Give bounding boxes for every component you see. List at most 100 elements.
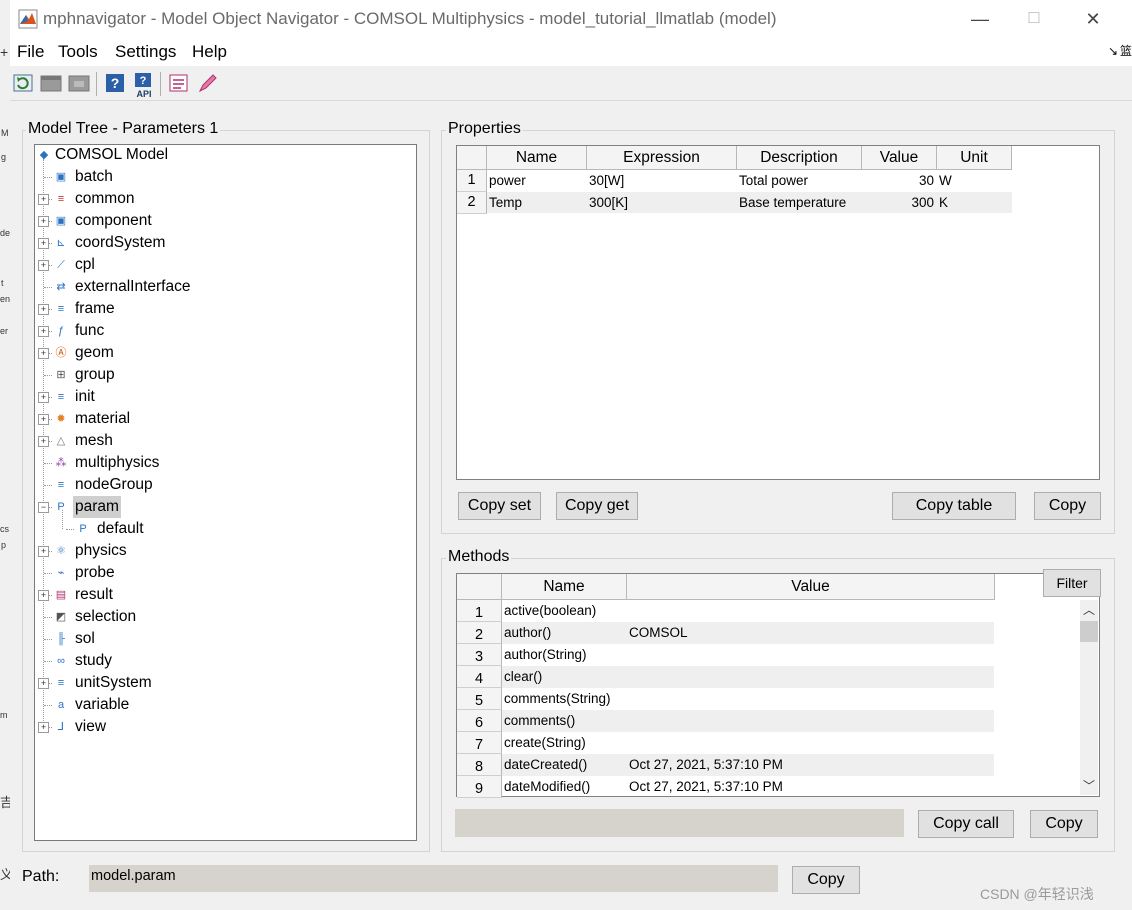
- scroll-up-icon[interactable]: ︿: [1083, 601, 1095, 618]
- methods-col-name[interactable]: Name: [502, 574, 627, 600]
- minimize-button[interactable]: —: [966, 6, 994, 32]
- methods-row-number[interactable]: 9: [457, 776, 502, 798]
- copy-set-button[interactable]: Copy set: [458, 492, 541, 520]
- properties-row-number[interactable]: 2: [457, 192, 487, 214]
- method-call-field[interactable]: [455, 809, 904, 837]
- method-value-cell[interactable]: [627, 666, 994, 688]
- expand-node-icon[interactable]: +: [38, 392, 49, 403]
- methods-row-number[interactable]: 3: [457, 644, 502, 666]
- properties-col-expression[interactable]: Expression: [587, 146, 737, 170]
- methods-row-number[interactable]: 2: [457, 622, 502, 644]
- method-name-cell[interactable]: create(String): [502, 732, 627, 754]
- expand-node-icon[interactable]: +: [38, 590, 49, 601]
- properties-col-name[interactable]: Name: [487, 146, 587, 170]
- property-unit-cell[interactable]: K: [937, 192, 1011, 213]
- method-value-cell[interactable]: [627, 688, 994, 710]
- method-value-cell[interactable]: [627, 732, 994, 754]
- tree-connector: [44, 573, 52, 574]
- method-name-cell[interactable]: dateCreated(): [502, 754, 627, 776]
- method-value-cell[interactable]: Oct 27, 2021, 5:37:10 PM: [627, 754, 994, 776]
- copy-get-button[interactable]: Copy get: [556, 492, 638, 520]
- property-expression-cell[interactable]: 30[W]: [587, 170, 737, 191]
- methods-row-number[interactable]: 1: [457, 600, 502, 622]
- method-value-cell[interactable]: Oct 27, 2021, 5:37:10 PM: [627, 776, 994, 798]
- methods-col-value[interactable]: Value: [627, 574, 995, 600]
- expand-node-icon[interactable]: +: [38, 436, 49, 447]
- copy-table-button[interactable]: Copy table: [892, 492, 1016, 520]
- help-icon[interactable]: ?: [104, 72, 126, 94]
- tree-item-label: unitSystem: [75, 674, 152, 691]
- maximize-button[interactable]: ☐: [1020, 6, 1048, 32]
- property-value-cell[interactable]: 30: [862, 170, 936, 191]
- methods-row-number[interactable]: 5: [457, 688, 502, 710]
- menu-tools[interactable]: Tools: [58, 42, 98, 62]
- properties-table[interactable]: Name Expression Description Value Unit 1…: [456, 145, 1100, 480]
- methods-row-number[interactable]: 8: [457, 754, 502, 776]
- api-help-icon[interactable]: ? API: [132, 72, 156, 98]
- properties-col-unit[interactable]: Unit: [937, 146, 1012, 170]
- properties-col-description[interactable]: Description: [737, 146, 862, 170]
- copy-properties-button[interactable]: Copy: [1034, 492, 1101, 520]
- copy-path-button[interactable]: Copy: [792, 866, 860, 894]
- expand-node-icon[interactable]: +: [38, 678, 49, 689]
- expand-node-icon[interactable]: +: [38, 304, 49, 315]
- expand-node-icon[interactable]: +: [38, 194, 49, 205]
- refresh-icon[interactable]: [12, 72, 34, 94]
- methods-scroll-thumb[interactable]: [1080, 621, 1098, 642]
- expand-node-icon[interactable]: +: [38, 414, 49, 425]
- menu-help[interactable]: Help: [192, 42, 227, 62]
- tree-item-label: view: [75, 718, 107, 735]
- method-name-cell[interactable]: author(): [502, 622, 627, 644]
- scroll-down-icon[interactable]: ﹀: [1083, 777, 1095, 794]
- methods-row-number[interactable]: 4: [457, 666, 502, 688]
- close-button[interactable]: ✕: [1079, 6, 1107, 32]
- properties-col-value[interactable]: Value: [862, 146, 937, 170]
- expand-node-icon[interactable]: +: [38, 326, 49, 337]
- property-name-cell[interactable]: power: [487, 170, 587, 191]
- menu-settings[interactable]: Settings: [115, 42, 176, 62]
- group-icon: ⊞: [56, 369, 66, 381]
- method-name-cell[interactable]: dateModified(): [502, 776, 627, 798]
- bg-fragment: +: [0, 44, 9, 60]
- method-value-cell[interactable]: [627, 710, 994, 732]
- expand-icon[interactable]: [68, 72, 90, 94]
- bg-fragment: p: [1, 540, 7, 550]
- collapse-node-icon[interactable]: −: [38, 502, 49, 513]
- copy-call-button[interactable]: Copy call: [918, 810, 1014, 838]
- method-value-cell[interactable]: COMSOL: [627, 622, 994, 644]
- expand-node-icon[interactable]: +: [38, 722, 49, 733]
- path-field[interactable]: model.param: [89, 865, 778, 892]
- method-name-cell[interactable]: active(boolean): [502, 600, 627, 622]
- property-expression-cell[interactable]: 300[K]: [587, 192, 737, 213]
- property-name-cell[interactable]: Temp: [487, 192, 587, 213]
- method-name-cell[interactable]: comments(String): [502, 688, 627, 710]
- expand-node-icon[interactable]: +: [38, 348, 49, 359]
- expand-node-icon[interactable]: +: [38, 238, 49, 249]
- method-name-cell[interactable]: comments(): [502, 710, 627, 732]
- expand-node-icon[interactable]: +: [38, 260, 49, 271]
- tree-item-label: param: [73, 496, 121, 518]
- path-label: Path:: [22, 868, 60, 885]
- menu-file[interactable]: File: [17, 42, 44, 62]
- methods-row-number[interactable]: 7: [457, 732, 502, 754]
- tree-connector: [44, 375, 52, 376]
- method-name-cell[interactable]: author(String): [502, 644, 627, 666]
- collapse-icon[interactable]: [40, 72, 62, 94]
- method-value-cell[interactable]: [627, 600, 994, 622]
- properties-row-number[interactable]: 1: [457, 170, 487, 192]
- copy-method-button[interactable]: Copy: [1030, 810, 1098, 838]
- expand-node-icon[interactable]: +: [38, 546, 49, 557]
- list-icon[interactable]: [168, 72, 190, 94]
- property-value-cell[interactable]: 300: [862, 192, 936, 213]
- methods-row-number[interactable]: 6: [457, 710, 502, 732]
- expand-node-icon[interactable]: +: [38, 216, 49, 227]
- property-description-cell[interactable]: Total power: [737, 170, 862, 191]
- bg-fragment: g: [1, 152, 7, 162]
- method-value-cell[interactable]: [627, 644, 994, 666]
- methods-table[interactable]: Name Value 1 active(boolean) 2 author() COMS…: [456, 573, 1100, 798]
- property-unit-cell[interactable]: W: [937, 170, 1011, 191]
- property-description-cell[interactable]: Base temperature: [737, 192, 862, 213]
- method-name-cell[interactable]: clear(): [502, 666, 627, 688]
- pen-icon[interactable]: [196, 72, 218, 94]
- filter-button[interactable]: Filter: [1043, 569, 1101, 597]
